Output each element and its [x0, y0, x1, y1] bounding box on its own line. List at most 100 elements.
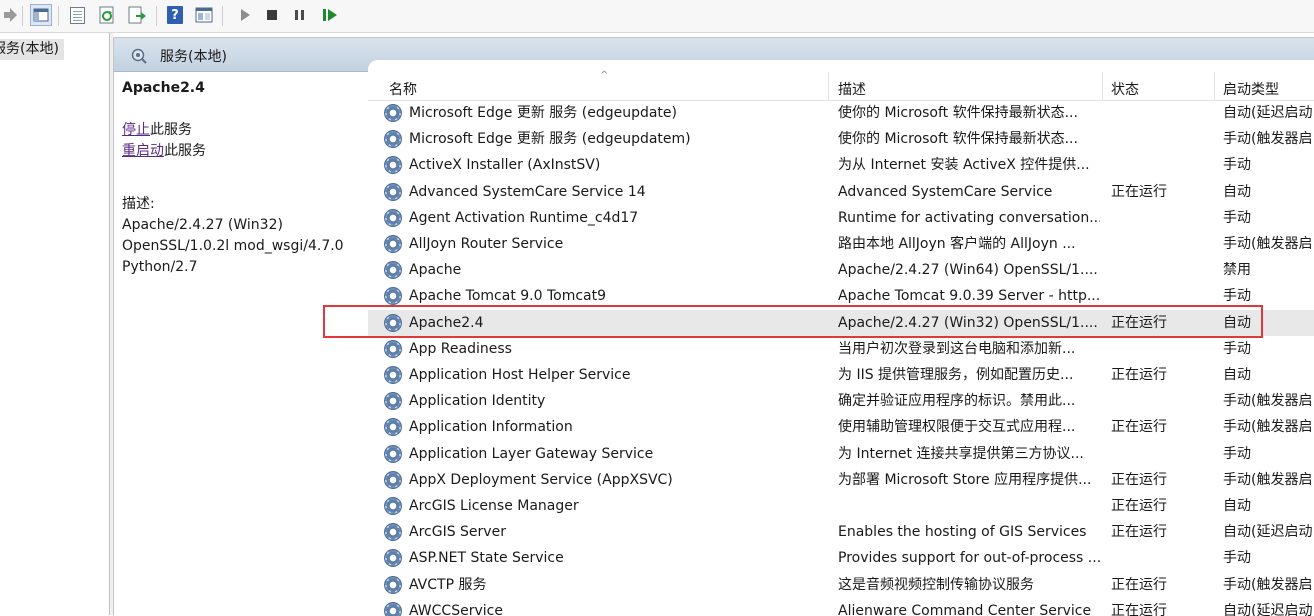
service-row[interactable]: Application Identity 确定并验证应用程序的标识。禁用此... 手… — [368, 388, 1314, 414]
service-name: Apache — [409, 262, 462, 279]
service-startup-type: 自动 — [1223, 314, 1251, 331]
service-gear-icon — [384, 497, 404, 517]
service-description: 描述: Apache/2.4.27 (Win32) OpenSSL/1.0.2l… — [122, 194, 362, 278]
service-gear-icon — [384, 523, 404, 543]
services-list: ^ 名称 描述 状态 启动类型 Microsoft Edge 更新 服务 (ed… — [368, 60, 1314, 616]
service-startup-type: 自动 — [1223, 367, 1251, 383]
column-header-status[interactable]: 状态 — [1111, 79, 1139, 99]
service-description: 使用辅助管理权限便于交互式应用程... — [838, 419, 1076, 436]
properties-icon[interactable] — [66, 4, 88, 26]
service-name: Apache Tomcat 9.0 Tomcat9 — [409, 288, 607, 305]
toolbar: ? — [0, 0, 1314, 33]
service-name: AllJoyn Router Service — [409, 236, 564, 252]
service-description: Runtime for activating conversation... — [838, 209, 1100, 226]
service-startup-type: 手动 — [1223, 340, 1251, 357]
service-startup-type: 手动(触发器启 — [1223, 471, 1313, 488]
column-divider[interactable] — [828, 72, 829, 100]
service-gear-icon — [384, 549, 404, 569]
service-row[interactable]: AppX Deployment Service (AppXSVC) 为部署 Mic… — [368, 467, 1314, 493]
service-status: 正在运行 — [1111, 576, 1167, 593]
start-service-icon[interactable] — [234, 4, 256, 26]
service-description: Apache/2.4.27 (Win32) OpenSSL/1.... — [838, 314, 1098, 331]
service-startup-type: 自动(延迟启动 — [1223, 105, 1313, 121]
forward-icon[interactable] — [0, 4, 22, 26]
service-status: 正在运行 — [1111, 471, 1167, 488]
pause-service-icon[interactable] — [289, 4, 311, 26]
service-gear-icon — [384, 470, 404, 491]
service-description: 路由本地 AllJoyn 客户端的 AllJoyn ... — [838, 236, 1076, 252]
show-hide-tree-icon[interactable] — [30, 4, 52, 26]
service-row[interactable]: ArcGIS Server Enables the hosting of GIS … — [368, 519, 1314, 545]
service-row[interactable]: Application Layer Gateway Service 为 Inter… — [368, 441, 1314, 467]
service-startup-type: 手动(触发器启 — [1223, 393, 1313, 410]
service-gear-icon — [384, 261, 404, 281]
stop-service-link[interactable]: 停止 — [122, 122, 150, 138]
service-name: AWCCService — [409, 602, 503, 616]
description-line: Python/2.7 — [122, 259, 198, 275]
service-row[interactable]: Agent Activation Runtime_c4d17 Runtime fo… — [368, 205, 1314, 231]
service-name: AppX Deployment Service (AppXSVC) — [409, 471, 673, 488]
service-name: ActiveX Installer (AxInstSV) — [409, 157, 601, 174]
service-description: 使你的 Microsoft 软件保持最新状态... — [838, 131, 1078, 148]
service-gear-icon — [384, 156, 404, 176]
detail-pane: Apache2.4 停止此服务 重启动此服务 描述: Apache/2.4.27… — [122, 80, 362, 278]
restart-service-icon[interactable] — [319, 4, 341, 26]
toolbar-separator — [58, 6, 59, 26]
service-description: Provides support for out-of-process ... — [838, 550, 1100, 567]
service-row[interactable]: App Readiness 当用户初次登录到这台电脑和添加新... 手动 — [368, 336, 1314, 362]
service-row[interactable]: Advanced SystemCare Service 14 Advanced S… — [368, 179, 1314, 205]
refresh-icon[interactable] — [96, 4, 118, 26]
column-divider[interactable] — [1214, 72, 1215, 100]
service-startup-type: 手动 — [1223, 209, 1251, 226]
service-gear-icon — [384, 601, 404, 616]
column-header-description[interactable]: 描述 — [838, 79, 866, 99]
restart-service-link[interactable]: 重启动 — [122, 143, 164, 159]
column-divider[interactable] — [1102, 72, 1103, 100]
column-header-name[interactable]: 名称 — [389, 79, 417, 99]
console-view-icon[interactable] — [193, 4, 215, 26]
service-status: 正在运行 — [1111, 183, 1167, 200]
service-row[interactable]: ActiveX Installer (AxInstSV) 为从 Internet … — [368, 152, 1314, 178]
service-row[interactable]: AllJoyn Router Service 路由本地 AllJoyn 客户端的 … — [368, 231, 1314, 257]
service-row[interactable]: Microsoft Edge 更新 服务 (edgeupdate) 使你的 Mic… — [368, 100, 1314, 126]
service-name: Application Host Helper Service — [409, 367, 631, 383]
tree-item-services-local[interactable]: 服务(本地) — [0, 39, 64, 60]
service-description: 为 Internet 连接共享提供第三方协议... — [838, 445, 1084, 462]
service-row[interactable]: Application Information 使用辅助管理权限便于交互式应用程.… — [368, 414, 1314, 440]
service-description: 为从 Internet 安装 ActiveX 控件提供... — [838, 157, 1090, 174]
service-row[interactable]: Application Host Helper Service 为 IIS 提供管… — [368, 362, 1314, 388]
help-icon[interactable]: ? — [164, 4, 186, 26]
service-status: 正在运行 — [1111, 367, 1167, 383]
stop-service-icon[interactable] — [261, 4, 283, 26]
service-row[interactable]: Apache Apache/2.4.27 (Win64) OpenSSL/1...… — [368, 257, 1314, 283]
service-description: Alienware Command Center Service — [838, 602, 1092, 616]
service-gear-icon — [384, 235, 404, 255]
service-gear-icon — [384, 104, 404, 124]
service-name: Application Layer Gateway Service — [409, 445, 654, 462]
service-startup-type: 手动 — [1223, 288, 1251, 305]
service-startup-type: 手动(触发器启 — [1223, 236, 1313, 252]
service-name: App Readiness — [409, 340, 512, 357]
service-row[interactable]: Apache2.4 Apache/2.4.27 (Win32) OpenSSL/1… — [368, 309, 1314, 336]
service-row[interactable]: AWCCService Alienware Command Center Serv… — [368, 598, 1314, 616]
export-list-icon[interactable] — [126, 4, 148, 26]
service-row[interactable]: ASP.NET State Service Provides support fo… — [368, 545, 1314, 571]
service-name: Application Identity — [409, 393, 546, 410]
service-description: Apache/2.4.27 (Win64) OpenSSL/1.... — [838, 262, 1098, 279]
service-row[interactable]: AVCTP 服务 这是音频视频控制传输协议服务 正在运行 手动(触发器启 — [368, 572, 1314, 598]
restart-service-suffix: 此服务 — [164, 143, 206, 159]
service-name: Application Information — [409, 419, 573, 436]
service-startup-type: 自动 — [1223, 183, 1251, 200]
service-gear-icon — [384, 418, 404, 438]
description-line: OpenSSL/1.0.2l mod_wsgi/4.7.0 — [122, 238, 344, 254]
service-description: Apache Tomcat 9.0.39 Server - http... — [838, 288, 1100, 305]
column-header-startup-type[interactable]: 启动类型 — [1223, 79, 1279, 99]
service-row[interactable]: Microsoft Edge 更新 服务 (edgeupdatem) 使你的 Mi… — [368, 126, 1314, 152]
stop-service-line: 停止此服务 — [122, 120, 362, 141]
description-line: Apache/2.4.27 (Win32) — [122, 217, 283, 233]
service-gear-icon — [384, 287, 404, 307]
service-row[interactable]: ArcGIS License Manager 正在运行 自动 — [368, 493, 1314, 519]
service-status: 正在运行 — [1111, 602, 1167, 616]
service-row[interactable]: Apache Tomcat 9.0 Tomcat9 Apache Tomcat 9… — [368, 283, 1314, 309]
service-gear-icon — [384, 130, 404, 150]
